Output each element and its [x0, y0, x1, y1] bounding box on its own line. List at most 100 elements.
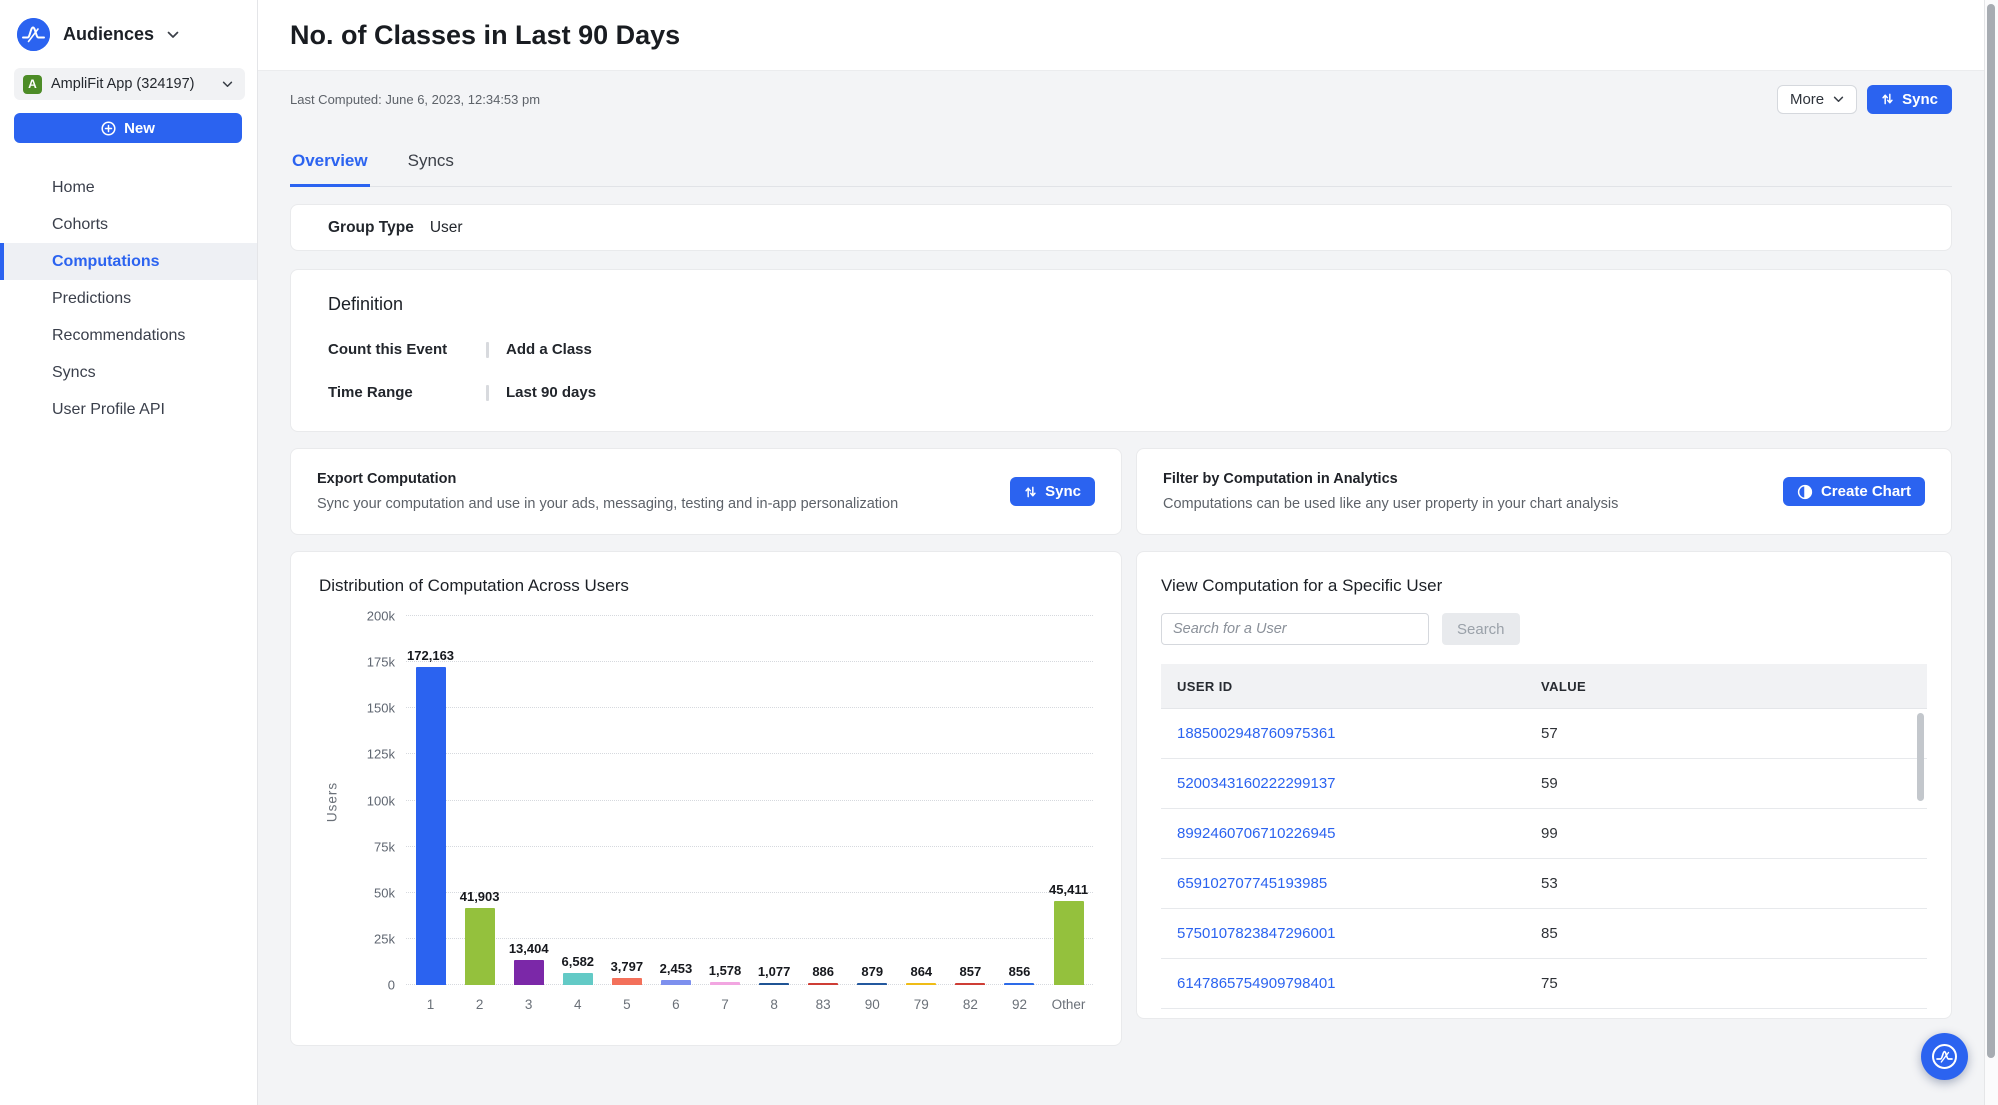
chevron-down-icon [222, 81, 233, 88]
bar[interactable] [955, 983, 985, 985]
amplitude-logo-icon [1931, 1043, 1958, 1070]
bar-value-label: 886 [812, 964, 834, 979]
y-axis-label: Users [325, 781, 340, 821]
create-chart-button[interactable]: Create Chart [1783, 477, 1925, 506]
y-axis-tick: 175k [367, 655, 395, 670]
value-column-header: VALUE [1541, 679, 1927, 694]
page-scrollbar-track[interactable] [1984, 0, 1998, 1105]
y-axis-tick: 125k [367, 747, 395, 762]
sidebar-item-syncs[interactable]: Syncs [0, 354, 257, 391]
user-value: 85 [1541, 925, 1927, 942]
brand-row[interactable]: Audiences [0, 0, 257, 51]
sidebar-nav: Home Cohorts Computations Predictions Re… [0, 169, 257, 428]
chart-plot-area: Users 025k50k75k100k125k150k175k200k172,… [406, 618, 1093, 985]
bar[interactable] [710, 982, 740, 985]
table-scrollbar-thumb[interactable] [1917, 713, 1924, 801]
bar-value-label: 6,582 [562, 954, 595, 969]
bar-value-label: 45,411 [1049, 882, 1088, 897]
x-axis-tick: 82 [963, 997, 978, 1012]
x-axis-tick: 3 [525, 997, 533, 1012]
y-axis-tick: 200k [367, 609, 395, 624]
sidebar-item-cohorts[interactable]: Cohorts [0, 206, 257, 243]
bar-value-label: 2,453 [660, 961, 693, 976]
sync-button-label: Sync [1902, 91, 1938, 108]
x-axis-tick: 7 [721, 997, 729, 1012]
x-axis-tick: 79 [914, 997, 929, 1012]
bar[interactable] [1054, 901, 1084, 985]
bar-column-7: 1,5787 [700, 618, 749, 985]
sidebar-item-user-profile-api[interactable]: User Profile API [0, 391, 257, 428]
sync-button-export[interactable]: Sync [1010, 477, 1095, 506]
user-table: USER ID VALUE 18850029487609753615752003… [1161, 664, 1927, 1009]
user-table-body: 1885002948760975361575200343160222299137… [1161, 709, 1927, 1009]
group-type-card: Group Type User [290, 204, 1952, 251]
export-card-description: Sync your computation and use in your ad… [317, 496, 994, 512]
bar[interactable] [514, 960, 544, 985]
bar-value-label: 172,163 [407, 648, 454, 663]
user-id-column-header: USER ID [1161, 679, 1541, 694]
user-value: 59 [1541, 775, 1927, 792]
table-row: 899246070671022694599 [1161, 809, 1927, 859]
sync-button-top[interactable]: Sync [1867, 85, 1952, 114]
chart-title: Distribution of Computation Across Users [319, 576, 1097, 596]
user-id-link[interactable]: 1885002948760975361 [1177, 725, 1336, 742]
project-switcher[interactable]: A AmpliFit App (324197) [14, 68, 245, 100]
bar[interactable] [857, 983, 887, 985]
project-badge: A [23, 75, 42, 94]
bar[interactable] [759, 983, 789, 985]
sync-arrows-icon [1881, 92, 1894, 106]
definition-card: Definition Count this Event Add a Class … [290, 269, 1952, 432]
definition-heading: Definition [328, 294, 1914, 315]
page-scrollbar-thumb[interactable] [1987, 4, 1995, 1058]
bar[interactable] [661, 980, 691, 985]
sidebar-item-home[interactable]: Home [0, 169, 257, 206]
more-button-label: More [1790, 91, 1824, 108]
sidebar-item-recommendations[interactable]: Recommendations [0, 317, 257, 354]
bar-value-label: 856 [1009, 964, 1031, 979]
amplitude-logo-icon [17, 18, 50, 51]
y-axis-tick: 50k [374, 885, 395, 900]
bar[interactable] [563, 973, 593, 985]
amplitude-floating-button[interactable] [1921, 1033, 1968, 1080]
bar[interactable] [808, 983, 838, 985]
bar[interactable] [1004, 983, 1034, 985]
user-id-link[interactable]: 6147865754909798401 [1177, 975, 1336, 992]
table-row: 5750107823847296001 85 [1161, 909, 1927, 959]
new-button[interactable]: New [14, 113, 242, 143]
x-axis-tick: Other [1052, 997, 1086, 1012]
last-computed-text: Last Computed: June 6, 2023, 12:34:53 pm [290, 92, 1777, 107]
user-id-link[interactable]: 659102707745193985 [1177, 875, 1327, 892]
user-id-link[interactable]: 8992460706710226945 [1177, 825, 1336, 842]
definition-row-label: Count this Event [328, 341, 486, 358]
search-button[interactable]: Search [1442, 613, 1520, 645]
bar[interactable] [906, 983, 936, 985]
tab-overview[interactable]: Overview [290, 141, 370, 187]
x-axis-tick: 92 [1012, 997, 1027, 1012]
user-id-link[interactable]: 5200343160222299137 [1177, 775, 1336, 792]
sidebar-item-predictions[interactable]: Predictions [0, 280, 257, 317]
search-input[interactable] [1161, 613, 1429, 645]
toolbar: Last Computed: June 6, 2023, 12:34:53 pm… [258, 71, 1984, 127]
bar[interactable] [416, 667, 446, 985]
chevron-down-icon [1833, 96, 1844, 103]
bar[interactable] [612, 978, 642, 985]
chart-circle-icon [1797, 484, 1813, 500]
user-id-link[interactable]: 5750107823847296001 [1177, 925, 1336, 942]
more-button[interactable]: More [1777, 85, 1857, 114]
sidebar-item-computations[interactable]: Computations [0, 243, 257, 280]
bar[interactable] [465, 908, 495, 985]
bar-column-8: 1,0778 [750, 618, 799, 985]
x-axis-tick: 83 [816, 997, 831, 1012]
x-axis-tick: 90 [865, 997, 880, 1012]
content: Overview Syncs Group Type User Definitio… [258, 141, 1984, 1046]
bar-column-83: 88683 [799, 618, 848, 985]
bar-value-label: 1,578 [709, 963, 742, 978]
user-lookup-card: View Computation for a Specific User Sea… [1136, 551, 1952, 1019]
main-area: No. of Classes in Last 90 Days Last Comp… [258, 0, 1984, 1105]
sidebar: Audiences A AmpliFit App (324197) New Ho… [0, 0, 258, 1105]
brand-name: Audiences [63, 24, 154, 45]
x-axis-tick: 1 [427, 997, 435, 1012]
bar-column-4: 6,5824 [553, 618, 602, 985]
tab-syncs[interactable]: Syncs [406, 141, 456, 187]
filter-card-title: Filter by Computation in Analytics [1163, 471, 1767, 487]
